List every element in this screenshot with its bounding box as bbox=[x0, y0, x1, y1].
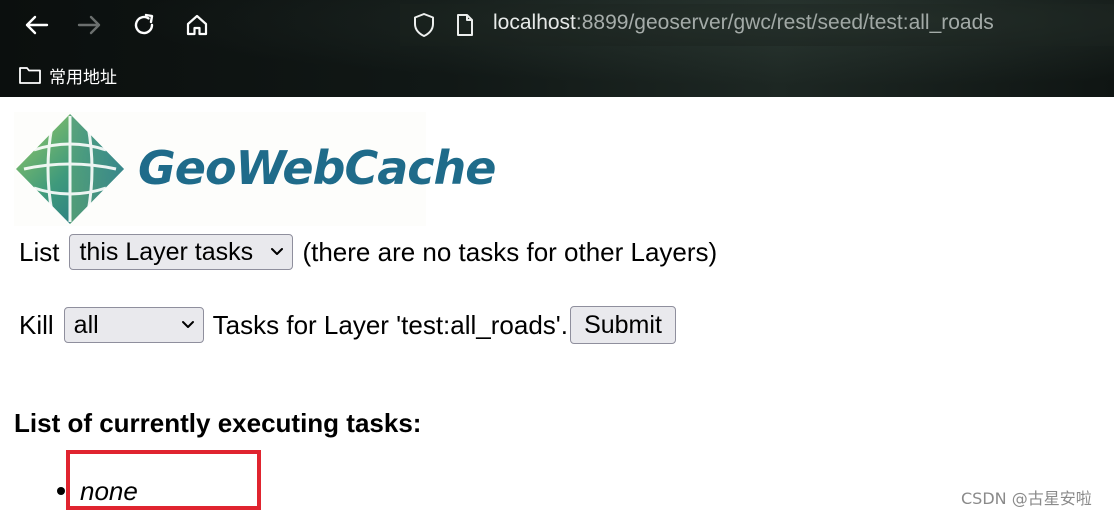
chevron-down-icon bbox=[271, 248, 284, 255]
chevron-down-icon bbox=[181, 321, 194, 328]
page-icon[interactable] bbox=[455, 13, 475, 37]
kill-label: Kill bbox=[19, 309, 54, 340]
bookmark-label: 常用地址 bbox=[49, 67, 117, 88]
kill-type-value: all bbox=[73, 310, 99, 339]
kill-type-select[interactable]: all bbox=[63, 307, 204, 343]
url-text[interactable]: localhost:8899/geoserver/gwc/rest/seed/t… bbox=[493, 11, 994, 35]
logo-text: GeoWebCache bbox=[138, 141, 496, 195]
shield-icon[interactable] bbox=[412, 12, 436, 38]
home-icon bbox=[186, 14, 208, 36]
list-label: List bbox=[19, 236, 60, 267]
tasks-heading: List of currently executing tasks: bbox=[14, 408, 422, 438]
url-path: :8899/geoserver/gwc/rest/seed/test:all_r… bbox=[575, 11, 994, 34]
folder-icon bbox=[19, 67, 41, 84]
forward-arrow-icon bbox=[77, 15, 101, 35]
list-row: List this Layer tasks (there are no task… bbox=[19, 232, 717, 272]
red-highlight-box bbox=[66, 450, 261, 510]
kill-description: Tasks for Layer 'test:all_roads'. bbox=[212, 309, 568, 340]
home-button[interactable] bbox=[180, 8, 214, 42]
list-scope-select[interactable]: this Layer tasks bbox=[69, 234, 294, 270]
forward-button[interactable] bbox=[73, 8, 107, 42]
kill-row: Kill all Tasks for Layer 'test:all_roads… bbox=[19, 305, 676, 345]
list-bullet bbox=[57, 487, 65, 495]
url-host: localhost bbox=[493, 11, 576, 34]
reload-button[interactable] bbox=[127, 8, 161, 42]
back-button[interactable] bbox=[19, 8, 53, 42]
list-note: (there are no tasks for other Layers) bbox=[302, 236, 718, 267]
submit-button[interactable]: Submit bbox=[569, 306, 676, 344]
reload-icon bbox=[134, 13, 154, 35]
list-scope-value: this Layer tasks bbox=[79, 237, 254, 266]
bookmark-folder[interactable]: 常用地址 bbox=[18, 63, 117, 88]
back-arrow-icon bbox=[25, 15, 49, 35]
watermark: CSDN @古星安啦 bbox=[961, 489, 1092, 508]
browser-toolbar: localhost:8899/geoserver/gwc/rest/seed/t… bbox=[0, 0, 1114, 97]
